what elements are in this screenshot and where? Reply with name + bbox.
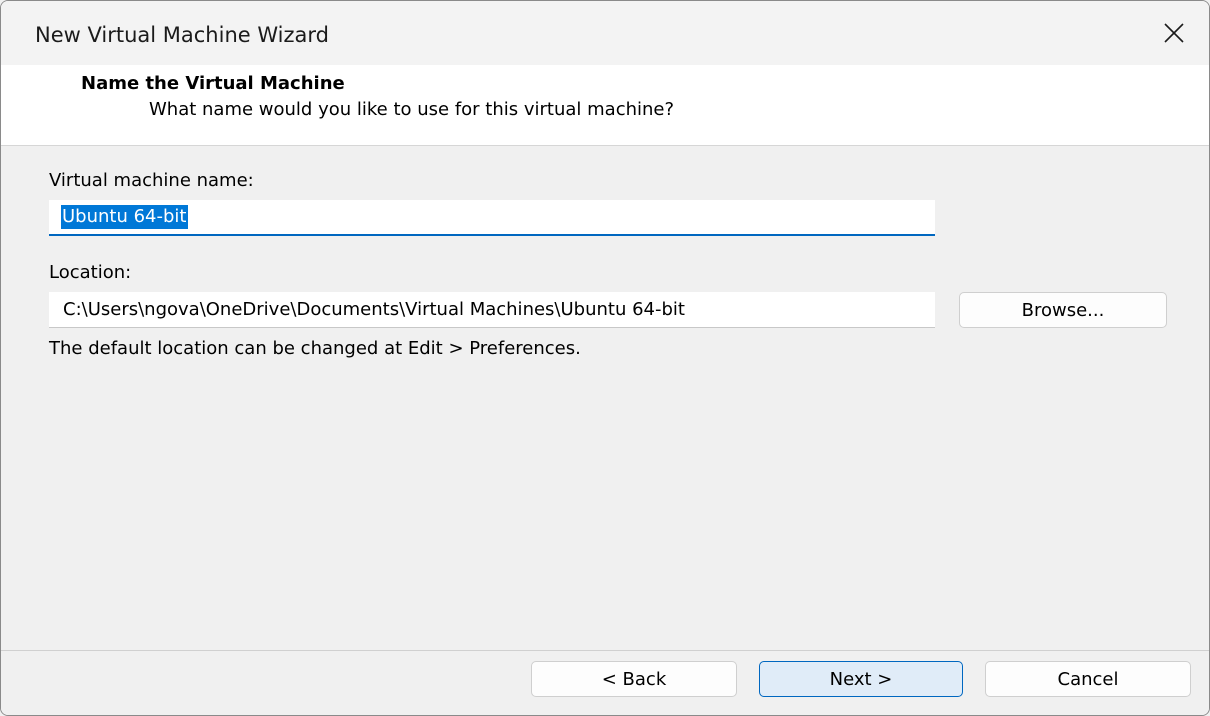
window-title: New Virtual Machine Wizard [35, 23, 329, 47]
wizard-header: Name the Virtual Machine What name would… [1, 65, 1209, 146]
browse-button[interactable]: Browse... [959, 292, 1167, 328]
back-button[interactable]: < Back [531, 661, 737, 697]
title-bar: New Virtual Machine Wizard [1, 1, 1209, 65]
page-subtitle: What name would you like to use for this… [149, 99, 675, 120]
location-hint: The default location can be changed at E… [49, 338, 581, 359]
cancel-button[interactable]: Cancel [985, 661, 1191, 697]
wizard-body: Virtual machine name: Ubuntu 64-bit Loca… [1, 146, 1209, 651]
location-input[interactable]: C:\Users\ngova\OneDrive\Documents\Virtua… [49, 292, 935, 328]
vm-name-value: Ubuntu 64-bit [61, 205, 188, 229]
next-button[interactable]: Next > [759, 661, 963, 697]
location-label: Location: [49, 262, 132, 283]
page-title: Name the Virtual Machine [81, 73, 345, 94]
wizard-footer: < Back Next > Cancel [1, 650, 1209, 715]
vm-name-input[interactable]: Ubuntu 64-bit [49, 200, 935, 236]
vm-name-label: Virtual machine name: [49, 170, 254, 191]
wizard-window: New Virtual Machine Wizard Name the Virt… [0, 0, 1210, 716]
close-button[interactable] [1139, 1, 1209, 65]
close-icon [1164, 23, 1184, 43]
